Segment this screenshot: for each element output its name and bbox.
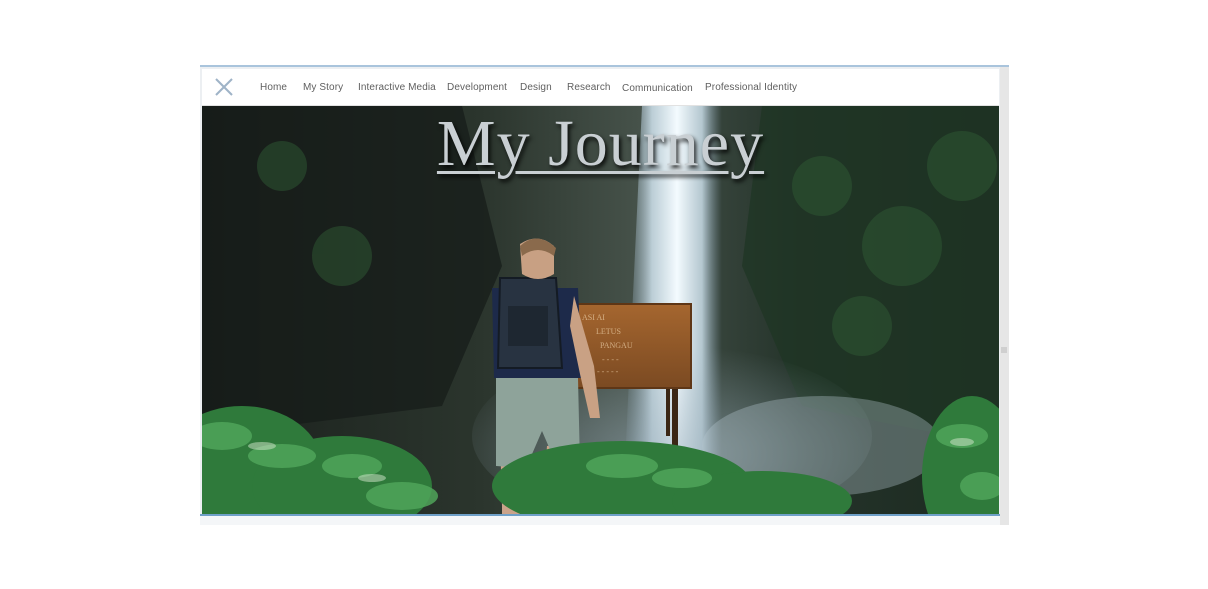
svg-text:- - - - -: - - - - -: [597, 367, 619, 376]
top-navbar: Home My Story Interactive Media Developm…: [202, 69, 999, 106]
nav-item-professional-identity[interactable]: Professional Identity: [705, 82, 797, 93]
hero-title: My Journey: [436, 107, 765, 180]
scrollbar-thumb[interactable]: [1001, 347, 1007, 353]
close-icon[interactable]: [214, 77, 234, 97]
nav-item-my-story[interactable]: My Story: [303, 82, 343, 93]
nav-item-development[interactable]: Development: [447, 82, 507, 93]
svg-text:- - - -: - - - -: [602, 355, 619, 364]
svg-text:LETUS: LETUS: [596, 327, 621, 336]
frame-footer-strip: [200, 516, 1009, 525]
nav-item-research[interactable]: Research: [567, 82, 611, 93]
page-frame: Home My Story Interactive Media Developm…: [200, 65, 1009, 525]
nav-item-home[interactable]: Home: [260, 82, 287, 93]
vertical-scrollbar[interactable]: [1000, 67, 1009, 525]
svg-text:PANGAU: PANGAU: [600, 341, 633, 350]
hero-banner: ASI AI LETUS PANGAU - - - - - - - - - My…: [202, 106, 999, 518]
svg-text:ASI AI: ASI AI: [582, 313, 605, 322]
nav-item-design[interactable]: Design: [520, 82, 552, 93]
nav-item-communication[interactable]: Communication: [622, 83, 693, 94]
nav-item-interactive-media[interactable]: Interactive Media: [358, 82, 436, 93]
